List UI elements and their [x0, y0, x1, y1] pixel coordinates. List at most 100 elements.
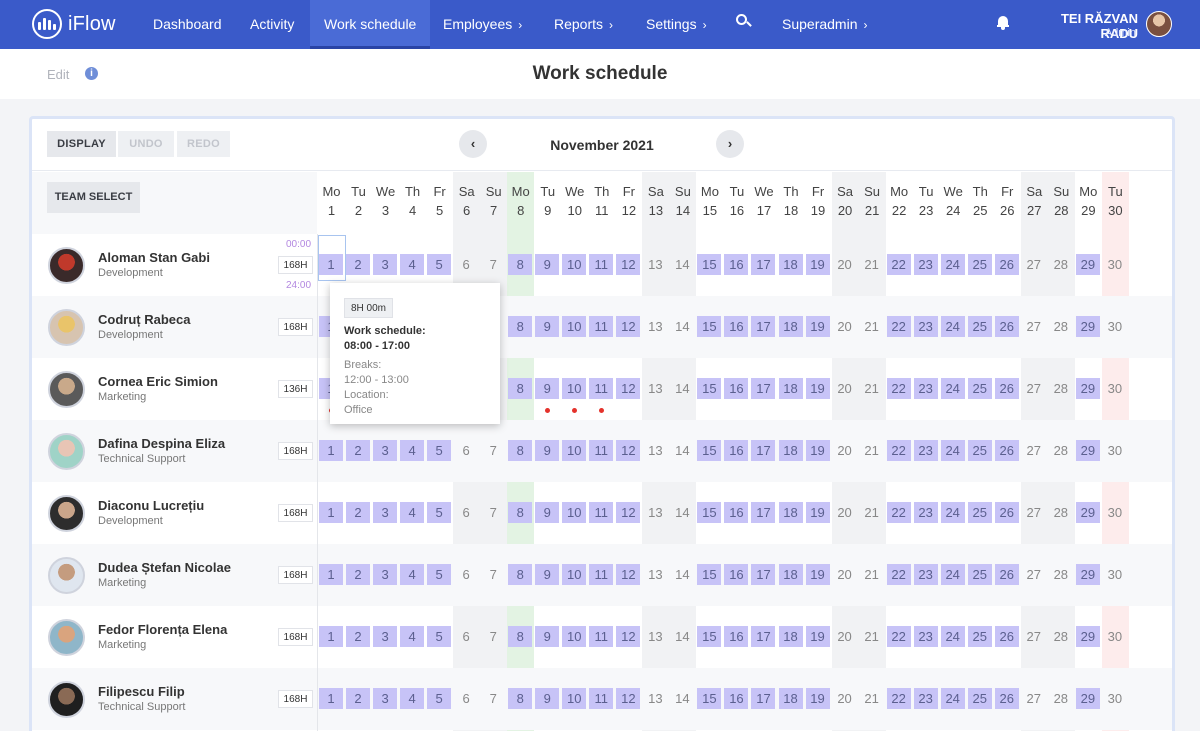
work-day-cell[interactable]: 2 [346, 254, 371, 275]
work-day-cell[interactable]: 8 [508, 378, 533, 399]
work-day-cell[interactable]: 24 [940, 626, 965, 647]
work-day-cell[interactable]: 4 [400, 502, 425, 523]
work-day-cell[interactable]: 2 [346, 440, 371, 461]
work-day-cell[interactable]: 29 [1075, 254, 1100, 275]
off-day-cell[interactable]: 13 [643, 254, 667, 275]
iflow-logo[interactable]: iFlow [32, 9, 116, 39]
work-day-cell[interactable]: 17 [751, 502, 776, 523]
off-day-cell[interactable]: 27 [1022, 564, 1046, 585]
employee-name[interactable]: Filipescu Filip [98, 684, 185, 699]
work-day-cell[interactable]: 9 [535, 502, 560, 523]
work-day-cell[interactable]: 12 [616, 378, 641, 399]
work-day-cell[interactable]: 22 [886, 440, 911, 461]
work-day-cell[interactable]: 19 [805, 502, 830, 523]
work-day-cell[interactable]: 5 [427, 254, 452, 275]
work-day-cell[interactable]: 24 [940, 316, 965, 337]
work-day-cell[interactable]: 5 [427, 688, 452, 709]
work-day-cell[interactable]: 4 [400, 564, 425, 585]
work-day-cell[interactable]: 17 [751, 254, 776, 275]
work-day-cell[interactable]: 8 [508, 440, 533, 461]
work-day-cell[interactable]: 8 [508, 688, 533, 709]
work-day-cell[interactable]: 9 [535, 378, 560, 399]
off-day-cell[interactable]: 20 [833, 502, 857, 523]
nav-item-dashboard[interactable]: Dashboard [139, 0, 236, 49]
work-day-cell[interactable]: 29 [1075, 316, 1100, 337]
off-day-cell[interactable]: 7 [481, 254, 505, 275]
off-day-cell[interactable]: 30 [1103, 254, 1127, 275]
work-day-cell[interactable]: 24 [940, 502, 965, 523]
off-day-cell[interactable]: 21 [860, 688, 884, 709]
work-day-cell[interactable]: 18 [778, 254, 803, 275]
work-day-cell[interactable]: 15 [697, 502, 722, 523]
work-day-cell[interactable]: 2 [346, 688, 371, 709]
off-day-cell[interactable]: 27 [1022, 688, 1046, 709]
work-day-cell[interactable]: 16 [724, 626, 749, 647]
off-day-cell[interactable]: 20 [833, 564, 857, 585]
work-day-cell[interactable]: 22 [886, 254, 911, 275]
off-day-cell[interactable]: 27 [1022, 378, 1046, 399]
work-day-cell[interactable]: 18 [778, 316, 803, 337]
work-day-cell[interactable]: 22 [886, 502, 911, 523]
work-day-cell[interactable]: 16 [724, 688, 749, 709]
work-day-cell[interactable]: 1 [319, 688, 344, 709]
work-day-cell[interactable]: 18 [778, 626, 803, 647]
off-day-cell[interactable]: 30 [1103, 378, 1127, 399]
off-day-cell[interactable]: 27 [1022, 254, 1046, 275]
work-day-cell[interactable]: 25 [967, 564, 992, 585]
off-day-cell[interactable]: 6 [454, 502, 478, 523]
off-day-cell[interactable]: 20 [833, 688, 857, 709]
off-day-cell[interactable]: 14 [670, 688, 694, 709]
work-day-cell[interactable]: 2 [346, 626, 371, 647]
work-day-cell[interactable]: 22 [886, 626, 911, 647]
work-day-cell[interactable]: 10 [562, 564, 587, 585]
work-day-cell[interactable]: 11 [589, 502, 614, 523]
work-day-cell[interactable]: 19 [805, 254, 830, 275]
work-day-cell[interactable]: 1 [319, 440, 344, 461]
bell-icon[interactable] [997, 16, 1009, 30]
work-day-cell[interactable]: 23 [913, 316, 938, 337]
work-day-cell[interactable]: 24 [940, 688, 965, 709]
work-day-cell[interactable]: 11 [589, 626, 614, 647]
work-day-cell[interactable]: 25 [967, 378, 992, 399]
work-day-cell[interactable]: 25 [967, 688, 992, 709]
work-day-cell[interactable]: 12 [616, 254, 641, 275]
work-day-cell[interactable]: 26 [994, 564, 1019, 585]
employee-name[interactable]: Cornea Eric Simion [98, 374, 218, 389]
work-day-cell[interactable]: 16 [724, 564, 749, 585]
nav-item-activity[interactable]: Activity [236, 0, 308, 49]
work-day-cell[interactable]: 3 [373, 688, 398, 709]
display-button[interactable]: DISPLAY [47, 131, 116, 157]
off-day-cell[interactable]: 30 [1103, 440, 1127, 461]
off-day-cell[interactable]: 14 [670, 564, 694, 585]
work-day-cell[interactable]: 15 [697, 688, 722, 709]
work-day-cell[interactable]: 26 [994, 502, 1019, 523]
work-day-cell[interactable]: 10 [562, 378, 587, 399]
employee-name[interactable]: Aloman Stan Gabi [98, 250, 210, 265]
off-day-cell[interactable]: 14 [670, 626, 694, 647]
work-day-cell[interactable]: 15 [697, 564, 722, 585]
work-day-cell[interactable]: 18 [778, 688, 803, 709]
work-day-cell[interactable]: 12 [616, 688, 641, 709]
off-day-cell[interactable]: 13 [643, 564, 667, 585]
work-day-cell[interactable]: 19 [805, 316, 830, 337]
work-day-cell[interactable]: 10 [562, 502, 587, 523]
work-day-cell[interactable]: 12 [616, 564, 641, 585]
work-day-cell[interactable]: 24 [940, 378, 965, 399]
work-day-cell[interactable]: 25 [967, 254, 992, 275]
work-day-cell[interactable]: 4 [400, 254, 425, 275]
off-day-cell[interactable]: 30 [1103, 626, 1127, 647]
work-day-cell[interactable]: 11 [589, 316, 614, 337]
work-day-cell[interactable]: 8 [508, 626, 533, 647]
work-day-cell[interactable]: 10 [562, 254, 587, 275]
off-day-cell[interactable]: 13 [643, 440, 667, 461]
work-day-cell[interactable]: 9 [535, 254, 560, 275]
undo-button[interactable]: UNDO [118, 131, 174, 157]
work-day-cell[interactable]: 29 [1075, 378, 1100, 399]
off-day-cell[interactable]: 14 [670, 378, 694, 399]
work-day-cell[interactable]: 11 [589, 378, 614, 399]
work-day-cell[interactable]: 24 [940, 254, 965, 275]
nav-item-employees[interactable]: Employees › [429, 0, 536, 49]
work-day-cell[interactable]: 29 [1075, 688, 1100, 709]
work-day-cell[interactable]: 23 [913, 254, 938, 275]
work-day-cell[interactable]: 26 [994, 316, 1019, 337]
